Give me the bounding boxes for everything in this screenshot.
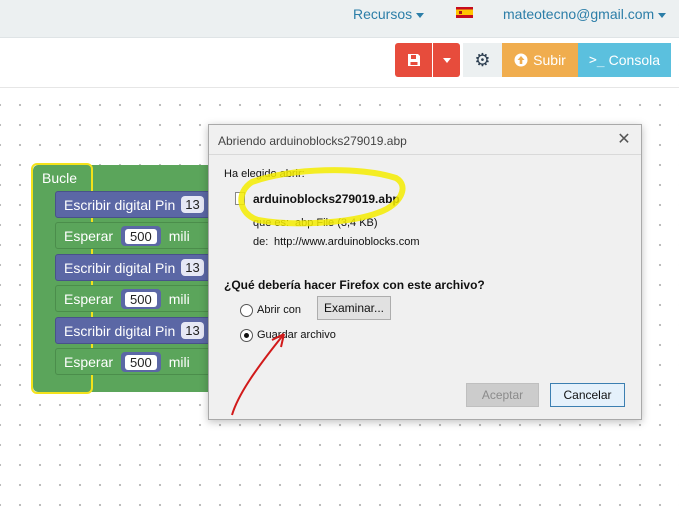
delay-unit: mili — [168, 227, 190, 244]
upload-arrow-icon — [514, 53, 528, 67]
block-label: Esperar — [64, 353, 114, 370]
chosen-label: Ha elegido abrir: — [224, 168, 305, 180]
user-menu[interactable]: mateotecno@gmail.com — [503, 6, 667, 22]
delay-block[interactable]: Esperar 500 mili — [55, 222, 215, 249]
open-with-radio[interactable] — [240, 304, 253, 317]
settings-button[interactable]: ⚙ — [463, 43, 502, 77]
console-button[interactable]: >_ Consola — [578, 43, 671, 77]
dialog-title: Abriendo arduinoblocks279019.abp — [218, 134, 407, 148]
digital-write-block[interactable]: Escribir digital Pin 13 — [55, 254, 215, 281]
toolbar: ⚙ Subir >_ Consola — [0, 38, 679, 88]
gear-icon: ⚙ — [474, 50, 491, 70]
loop-block-label: Bucle — [42, 170, 78, 186]
upload-label: Subir — [533, 52, 566, 68]
file-source-url: http://www.arduinoblocks.com — [274, 236, 420, 248]
floppy-disk-icon — [407, 54, 420, 66]
file-type-value: abp File (3,4 KB) — [295, 217, 378, 229]
save-dropdown-button[interactable] — [433, 43, 460, 77]
recursos-menu[interactable]: Recursos — [353, 6, 425, 22]
spain-flag-icon[interactable] — [456, 7, 473, 18]
block-label: Escribir digital Pin — [64, 196, 176, 213]
file-icon — [235, 192, 245, 205]
browse-button[interactable]: Examinar... — [317, 296, 391, 320]
delay-value[interactable]: 500 — [125, 228, 157, 244]
pin-value[interactable]: 13 — [181, 196, 204, 213]
delay-unit: mili — [168, 353, 190, 370]
chevron-down-icon — [442, 57, 451, 63]
delay-block[interactable]: Esperar 500 mili — [55, 348, 215, 375]
user-email: mateotecno@gmail.com — [503, 6, 655, 22]
file-name: arduinoblocks279019.abp — [253, 192, 400, 206]
divider — [209, 154, 641, 155]
close-icon[interactable]: ✕ — [613, 129, 635, 151]
accept-button[interactable]: Aceptar — [466, 383, 539, 407]
terminal-icon: >_ — [588, 52, 605, 68]
save-file-label: Guardar archivo — [257, 329, 336, 341]
download-dialog: Abriendo arduinoblocks279019.abp ✕ Ha el… — [208, 124, 642, 420]
delay-block[interactable]: Esperar 500 mili — [55, 285, 215, 312]
delay-value[interactable]: 500 — [125, 354, 157, 370]
open-with-label: Abrir con — [257, 304, 302, 316]
save-button[interactable] — [395, 43, 432, 77]
chevron-down-icon — [416, 12, 425, 18]
action-question: ¿Qué debería hacer Firefox con este arch… — [224, 278, 485, 292]
file-type-label: que es: — [253, 217, 290, 229]
delay-unit: mili — [168, 290, 190, 307]
top-navbar: Recursos mateotecno@gmail.com — [0, 0, 679, 38]
file-source-label: de: — [253, 236, 269, 248]
pin-value[interactable]: 13 — [181, 322, 204, 339]
upload-button[interactable]: Subir — [502, 43, 578, 77]
block-label: Esperar — [64, 227, 114, 244]
digital-write-block[interactable]: Escribir digital Pin 13 — [55, 317, 215, 344]
chevron-down-icon — [658, 12, 667, 18]
cancel-button[interactable]: Cancelar — [550, 383, 625, 407]
delay-value[interactable]: 500 — [125, 291, 157, 307]
block-label: Escribir digital Pin — [64, 322, 176, 339]
pin-value[interactable]: 13 — [181, 259, 204, 276]
recursos-label: Recursos — [353, 6, 413, 22]
console-label: Consola — [608, 52, 661, 68]
block-label: Escribir digital Pin — [64, 259, 176, 276]
digital-write-block[interactable]: Escribir digital Pin 13 — [55, 191, 215, 218]
save-file-radio[interactable] — [240, 329, 253, 342]
block-label: Esperar — [64, 290, 114, 307]
